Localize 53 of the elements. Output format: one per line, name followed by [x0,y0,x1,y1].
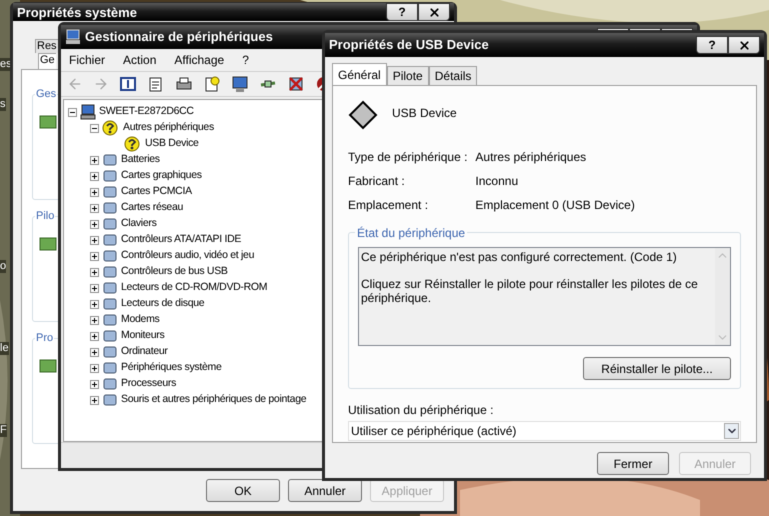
tree-item[interactable]: Batteries [121,152,160,168]
tree-item[interactable]: Moniteurs [121,328,164,344]
field-label: Emplacement : [348,197,430,214]
window-title: Propriétés de USB Device [329,36,489,54]
tab[interactable]: Ge [38,53,56,69]
help-button[interactable]: ? [386,3,418,21]
menu-item[interactable]: ? [242,51,249,69]
desktop-icon-label[interactable]: s [0,98,6,111]
status-message: Cliquez sur Réinstaller le pilote pour réinstaller les pilotes de ce périphérique. [361,277,699,305]
dialog-button[interactable]: OK [206,479,280,502]
tab[interactable]: Général [332,63,387,85]
field-value: Inconnu [475,173,520,190]
tree-item[interactable]: Lecteurs de disque [121,296,204,312]
help-button[interactable]: ? [696,36,728,54]
menu-item[interactable]: Action [123,51,156,69]
field-value: Autres périphériques [475,149,588,166]
device-name: USB Device [392,105,457,122]
tab[interactable]: Res [35,39,58,53]
desktop-icon-label[interactable]: o [0,260,6,273]
menu-item[interactable]: Fichier [69,51,106,69]
dialog-button[interactable]: Annuler [288,479,362,502]
field-label: Type de périphérique : [348,149,468,166]
tree-item[interactable]: USB Device [145,136,199,152]
tree-item[interactable]: Ordinateur [121,344,168,360]
tab[interactable]: Détails [428,66,478,85]
tab[interactable]: Pilote [386,66,429,85]
desktop-icon-label[interactable]: le [0,342,9,355]
tree-item[interactable]: Cartes PCMCIA [121,184,192,200]
tree-item[interactable]: Lecteurs de CD-ROM/DVD-ROM [121,280,268,296]
tree-item[interactable]: Processeurs [121,376,176,392]
tree-item[interactable]: Modems [121,312,160,328]
field-value: Emplacement 0 (USB Device) [475,197,636,214]
tree-item[interactable]: SWEET-E2872D6CC [99,104,194,120]
tree-item[interactable]: Contrôleurs de bus USB [121,264,228,280]
field-label: Utilisation du périphérique : [348,402,494,419]
tree-item[interactable]: Souris et autres périphériques de pointage [121,392,306,408]
dialog-button[interactable]: Fermer [597,452,669,475]
window-title: Gestionnaire de périphériques [85,28,273,46]
tree-item[interactable]: Claviers [121,216,157,232]
status-message: Ce périphérique n'est pas configuré correctement. (Code 1) [361,250,678,264]
group-title: État du périphérique [355,224,468,242]
field-label: Fabricant : [348,173,406,190]
tree-item[interactable]: Cartes graphiques [121,168,202,184]
menu-item[interactable]: Affichage [174,51,224,69]
dropdown[interactable]: Utiliser ce périphérique (activé) [348,421,741,441]
desktop-icon-label[interactable]: F [0,424,7,437]
tree-item[interactable]: Contrôleurs ATA/ATAPI IDE [121,232,242,248]
reinstall-button[interactable]: Réinstaller le pilote... [583,357,731,380]
tree-item[interactable]: Autres périphériques [123,120,214,136]
window-title: Propriétés système [17,4,137,22]
tree-item[interactable]: Contrôleurs audio, vidéo et jeu [121,248,254,264]
tree-item[interactable]: Périphériques système [121,360,222,376]
tree-item[interactable]: Cartes réseau [121,200,184,216]
